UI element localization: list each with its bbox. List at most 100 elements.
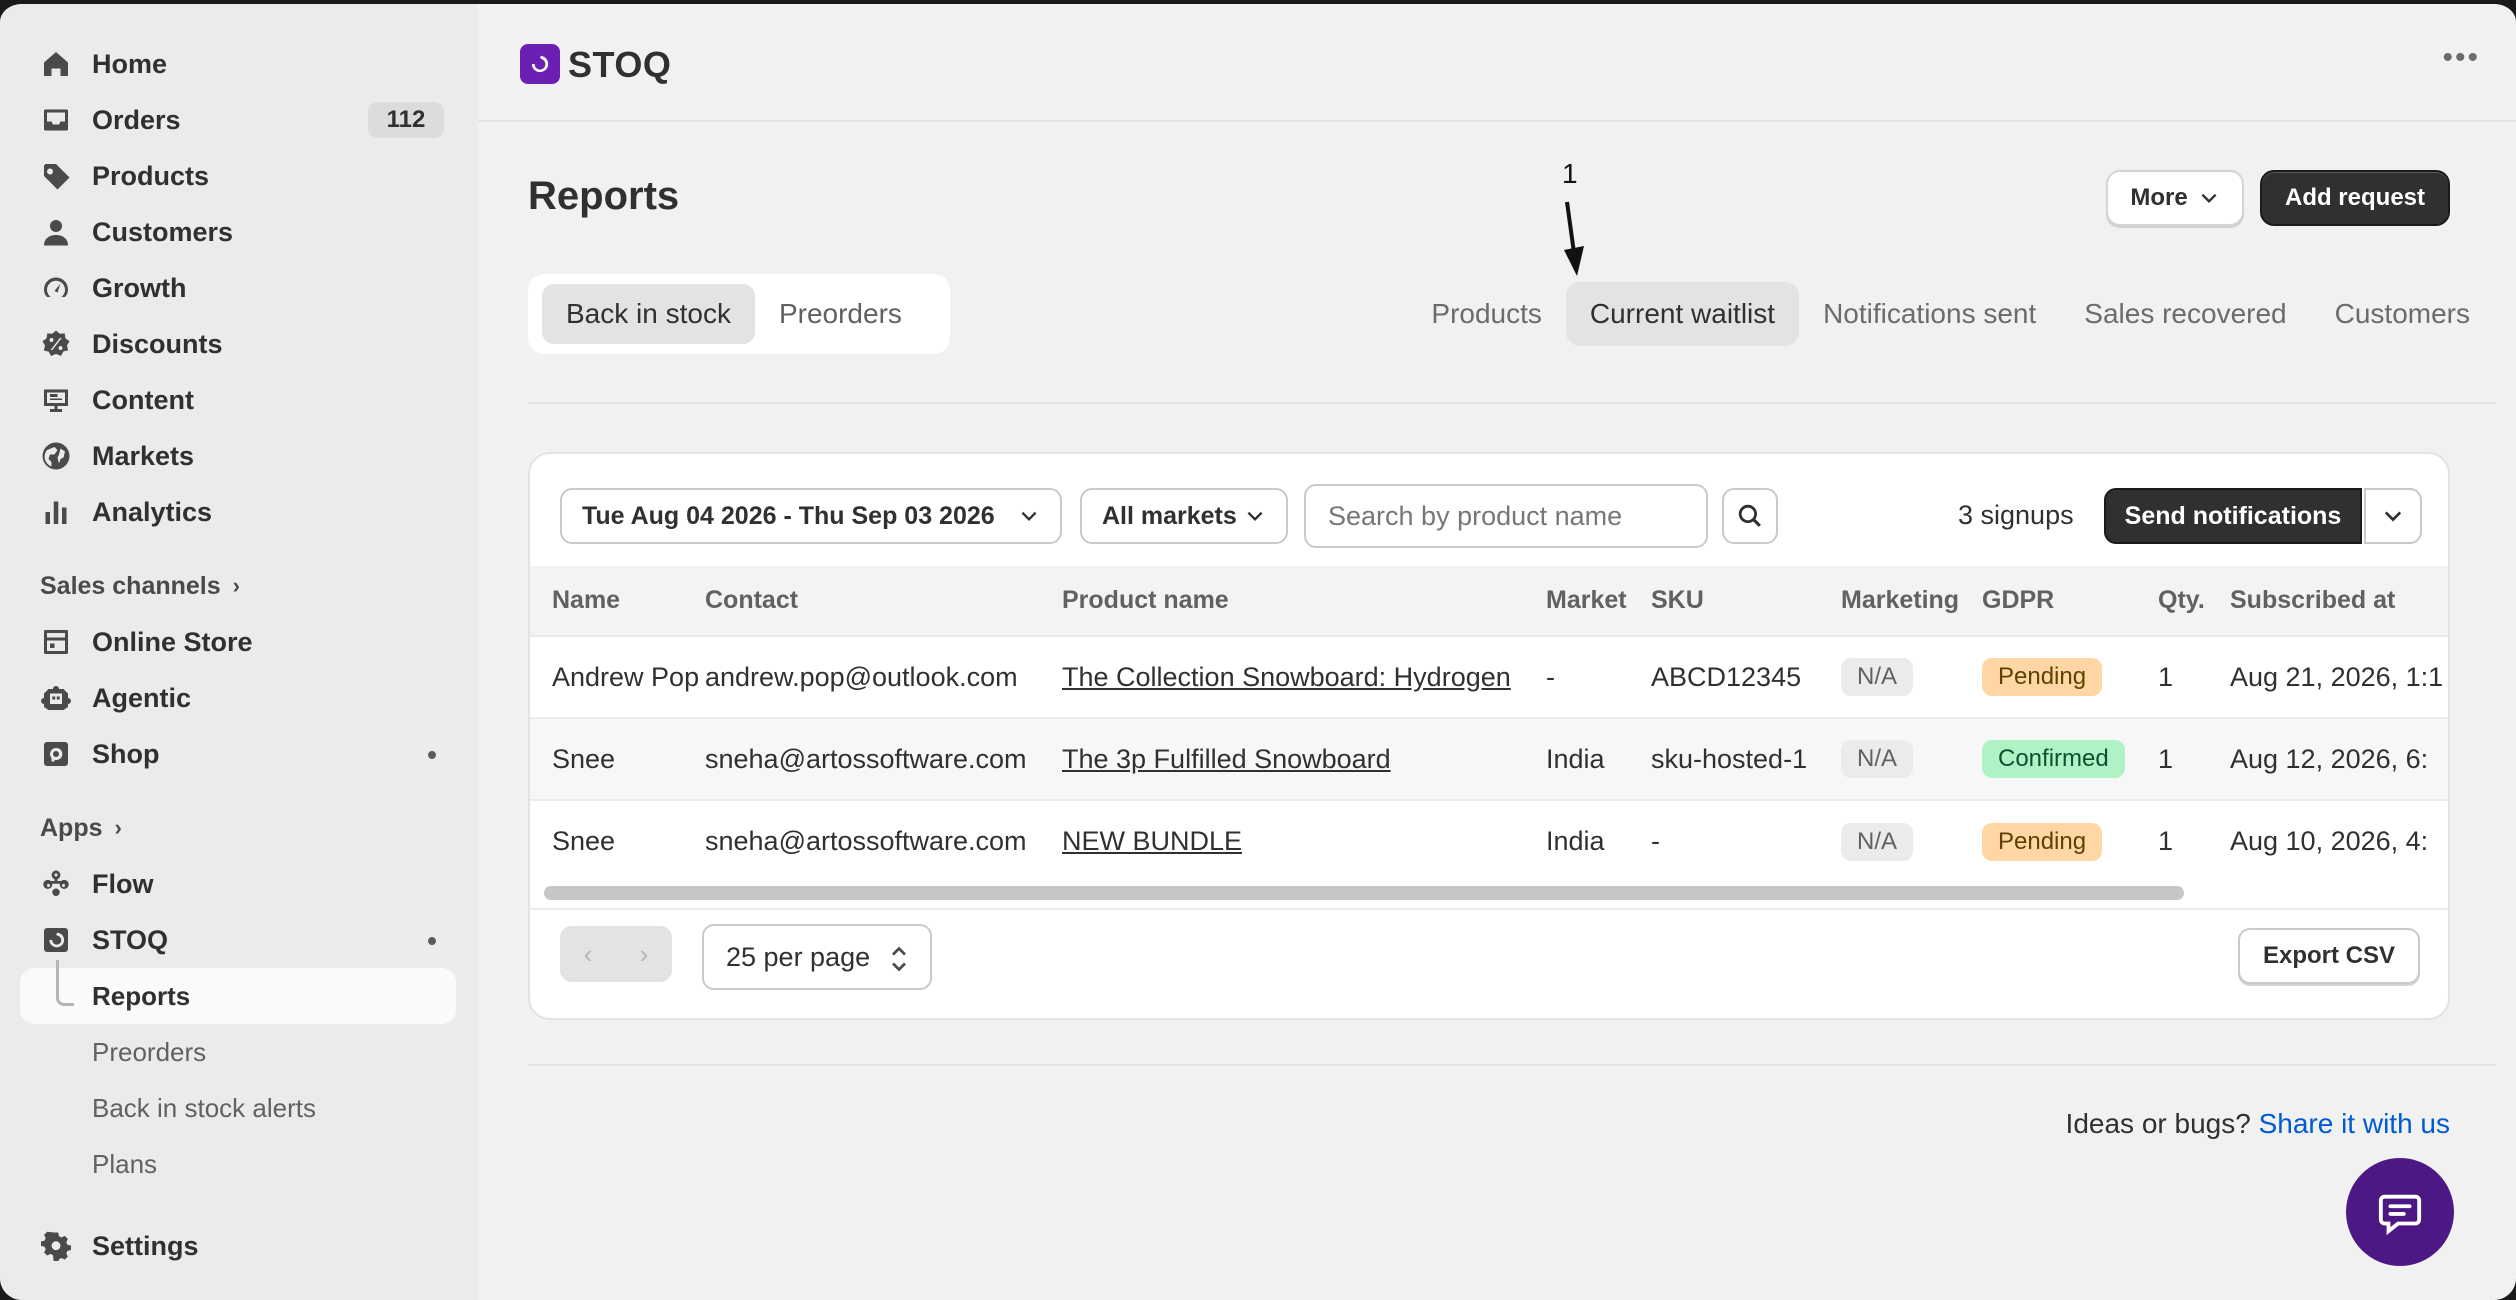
column-header-subscribed-at[interactable]: Subscribed at	[2230, 566, 2448, 636]
horizontal-scrollbar[interactable]	[544, 886, 2184, 900]
column-header-qty[interactable]: Qty.	[2158, 566, 2230, 636]
sidebar-item-label: Growth	[92, 272, 187, 303]
sidebar-item-label: Markets	[92, 440, 195, 471]
sidebar-item-online-store[interactable]: Online Store	[20, 614, 456, 670]
discount-icon	[40, 328, 72, 360]
apps-header[interactable]: Apps ›	[40, 800, 478, 856]
column-header-product-name[interactable]: Product name	[1062, 566, 1546, 636]
sidebar-subitem-reports[interactable]: Reports	[20, 968, 456, 1024]
more-actions-label: More	[2130, 184, 2188, 211]
chevron-right-icon: ›	[232, 573, 240, 598]
tag-icon	[40, 160, 72, 192]
report-type-segmented-control: Back in stock Preorders	[528, 274, 950, 354]
chevron-down-icon	[1247, 511, 1263, 522]
orders-count-badge: 112	[368, 102, 444, 138]
cell-name: Snee	[530, 717, 705, 800]
table-row[interactable]: Snee sneha@artossoftware.com The 3p Fulf…	[530, 717, 2448, 800]
tree-connector	[56, 960, 74, 1006]
sidebar-item-growth[interactable]: Growth	[20, 260, 456, 316]
tab-products[interactable]: Products	[1407, 282, 1566, 346]
sidebar-item-shop[interactable]: Shop	[20, 726, 456, 782]
column-header-gdpr[interactable]: GDPR	[1982, 566, 2158, 636]
column-header-name[interactable]: Name	[530, 566, 705, 636]
chevron-down-icon	[2384, 511, 2402, 522]
sidebar-item-label: Agentic	[92, 682, 192, 713]
chat-icon	[2378, 1194, 2422, 1235]
product-link[interactable]: The Collection Snowboard: Hydrogen	[1062, 662, 1511, 692]
column-header-sku[interactable]: SKU	[1651, 566, 1841, 636]
sidebar-item-products[interactable]: Products	[20, 148, 456, 204]
status-dot	[428, 937, 436, 945]
market-filter[interactable]: All markets	[1080, 488, 1288, 544]
previous-page-button[interactable]: ‹	[560, 926, 616, 982]
sales-channels-header[interactable]: Sales channels ›	[40, 558, 478, 614]
sidebar-item-orders[interactable]: Orders 112	[20, 92, 456, 148]
export-csv-button[interactable]: Export CSV	[2238, 928, 2420, 984]
search-input[interactable]	[1304, 484, 1708, 548]
add-request-button[interactable]: Add request	[2260, 170, 2450, 226]
marketing-badge: N/A	[1841, 740, 1914, 778]
sidebar-item-settings[interactable]: Settings	[20, 1218, 456, 1274]
column-header-contact[interactable]: Contact	[705, 566, 1062, 636]
divider	[530, 908, 2448, 910]
chevron-down-icon	[2201, 193, 2217, 204]
main-content: STOQ ••• Reports 1 More Add request Back…	[478, 4, 2516, 1300]
sidebar-subitem-plans[interactable]: Plans	[20, 1136, 456, 1192]
gdpr-status-badge: Pending	[1982, 822, 2103, 861]
feedback-text: Ideas or bugs?	[2065, 1108, 2251, 1139]
next-page-button[interactable]: ›	[616, 926, 672, 982]
product-link[interactable]: NEW BUNDLE	[1062, 826, 1242, 856]
tab-notifications-sent[interactable]: Notifications sent	[1799, 282, 2060, 346]
date-range-picker[interactable]: Tue Aug 04 2026 - Thu Sep 03 2026	[560, 488, 1062, 544]
waitlist-table-container: Name Contact Product name Market SKU Mar…	[530, 566, 2448, 900]
send-notifications-button[interactable]: Send notifications	[2104, 488, 2362, 544]
sidebar-item-home[interactable]: Home	[20, 36, 456, 92]
column-header-market[interactable]: Market	[1546, 566, 1651, 636]
sidebar: Home Orders 112 Products Customers Growt…	[0, 4, 478, 1300]
sidebar-item-markets[interactable]: Markets	[20, 428, 456, 484]
marketing-badge: N/A	[1841, 658, 1914, 696]
tab-customers[interactable]: Customers	[2311, 282, 2494, 346]
sidebar-subitem-back-in-stock-alerts[interactable]: Back in stock alerts	[20, 1080, 456, 1136]
search-icon	[1738, 504, 1761, 527]
table-row[interactable]: Snee sneha@artossoftware.com NEW BUNDLE …	[530, 799, 2448, 882]
column-header-marketing[interactable]: Marketing	[1841, 566, 1982, 636]
sidebar-item-label: Products	[92, 160, 210, 191]
sidebar-item-agentic[interactable]: Agentic	[20, 670, 456, 726]
sidebar-item-analytics[interactable]: Analytics	[20, 484, 456, 540]
chevron-down-icon	[1021, 511, 1037, 522]
more-actions-button[interactable]: More	[2106, 170, 2244, 226]
segment-back-in-stock[interactable]: Back in stock	[542, 284, 755, 344]
sidebar-item-discounts[interactable]: Discounts	[20, 316, 456, 372]
chevron-right-icon: ›	[114, 815, 122, 840]
sidebar-item-customers[interactable]: Customers	[20, 204, 456, 260]
sidebar-item-label: Orders	[92, 104, 181, 135]
store-icon	[40, 626, 72, 658]
sidebar-item-content[interactable]: Content	[20, 372, 456, 428]
sidebar-item-stoq[interactable]: STOQ	[20, 912, 456, 968]
cell-subscribed-at: Aug 10, 2026, 4:	[2230, 799, 2448, 882]
tab-current-waitlist[interactable]: Current waitlist	[1565, 282, 1800, 346]
chat-support-button[interactable]	[2346, 1158, 2454, 1266]
bar-chart-icon	[40, 496, 72, 528]
sidebar-subitem-preorders[interactable]: Preorders	[20, 1024, 456, 1080]
marketing-badge: N/A	[1841, 822, 1914, 861]
app-name: STOQ	[568, 44, 672, 85]
feedback-line: Ideas or bugs? Share it with us	[2066, 1108, 2450, 1140]
tab-sales-recovered[interactable]: Sales recovered	[2060, 282, 2310, 346]
per-page-select[interactable]: 25 per page	[702, 924, 932, 990]
home-icon	[40, 48, 72, 80]
sidebar-item-label: Analytics	[92, 496, 213, 527]
flow-icon	[40, 868, 72, 900]
sidebar-item-flow[interactable]: Flow	[20, 856, 456, 912]
search-button[interactable]	[1722, 488, 1778, 544]
shop-icon	[40, 738, 72, 770]
waitlist-table: Name Contact Product name Market SKU Mar…	[530, 566, 2448, 882]
send-options-button[interactable]	[2364, 488, 2422, 544]
annotation-arrow-icon	[1564, 201, 1584, 276]
segment-preorders[interactable]: Preorders	[755, 284, 926, 344]
more-options-icon[interactable]: •••	[2442, 43, 2480, 73]
product-link[interactable]: The 3p Fulfilled Snowboard	[1062, 744, 1391, 774]
feedback-link[interactable]: Share it with us	[2259, 1108, 2450, 1139]
table-row[interactable]: Andrew Pop andrew.pop@outlook.com The Co…	[530, 635, 2448, 718]
